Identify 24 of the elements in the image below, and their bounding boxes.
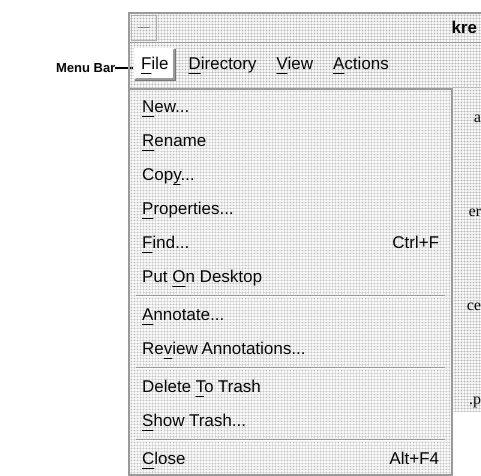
menu-item[interactable]: Close Alt+F4 bbox=[130, 442, 451, 476]
menu-bar-item[interactable]: Directory bbox=[181, 48, 264, 80]
menu-item[interactable]: Delete To Trash bbox=[130, 370, 451, 404]
menu-item[interactable]: Review Annotations... bbox=[130, 332, 451, 366]
menu-item[interactable]: Show Trash... bbox=[130, 404, 451, 438]
leader-line bbox=[115, 66, 134, 69]
dash-icon bbox=[138, 27, 150, 28]
callout-label: Menu Bar bbox=[56, 59, 116, 77]
menu-item[interactable]: Put On Desktop bbox=[130, 260, 451, 294]
background-text: .p bbox=[469, 390, 481, 410]
menu-item[interactable]: Properties... bbox=[130, 192, 451, 226]
background-text: ce bbox=[466, 296, 481, 316]
menu-bar-item[interactable]: View bbox=[269, 48, 320, 80]
menu-item[interactable]: New... bbox=[130, 90, 451, 124]
menu-bar-item[interactable]: Actions bbox=[326, 48, 396, 80]
window-title: kre bbox=[451, 17, 477, 40]
window-menu-button[interactable] bbox=[131, 14, 157, 41]
background-text: er bbox=[468, 202, 481, 222]
menu-bar-item[interactable]: File bbox=[134, 48, 176, 80]
menu-item[interactable]: Rename bbox=[130, 124, 451, 158]
menu-item[interactable]: Copy... bbox=[130, 158, 451, 192]
menu-item[interactable]: Find... Ctrl+F bbox=[130, 226, 451, 260]
background-text: a bbox=[474, 108, 481, 128]
menu-item[interactable]: Annotate... bbox=[130, 298, 451, 332]
